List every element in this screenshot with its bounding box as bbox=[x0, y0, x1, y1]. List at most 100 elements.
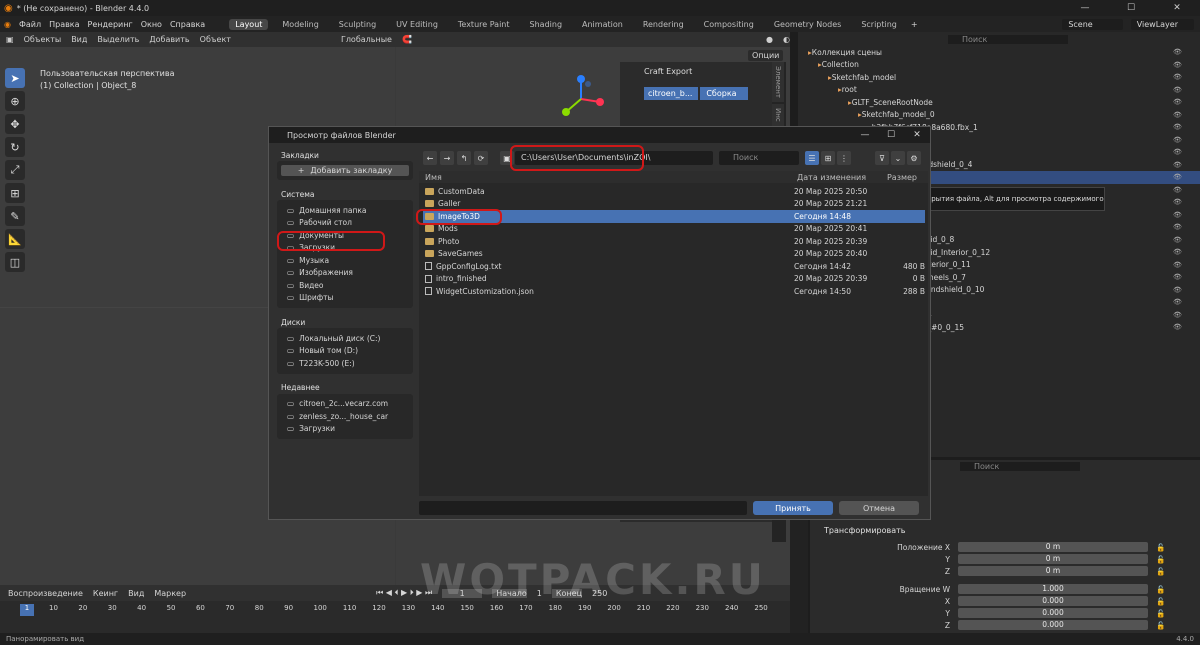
tab-layout[interactable]: Layout bbox=[229, 18, 269, 30]
file-row[interactable]: intro_finished 20 Мар 2025 20:39 0 B bbox=[423, 273, 925, 286]
cursor-tool-icon[interactable]: ⊕ bbox=[5, 91, 25, 111]
file-row[interactable]: SaveGames 20 Мар 2025 20:40 bbox=[423, 248, 925, 261]
visibility-eye-icon[interactable]: 👁 bbox=[1173, 123, 1182, 131]
craft-export-header[interactable]: Craft Export bbox=[620, 62, 772, 81]
visibility-eye-icon[interactable]: 👁 bbox=[1173, 198, 1182, 206]
property-field[interactable]: 0.000 bbox=[958, 620, 1148, 630]
marker-menu[interactable]: Маркер bbox=[154, 589, 186, 598]
filename-input[interactable] bbox=[419, 501, 747, 515]
transform-tool-icon[interactable]: ⊞ bbox=[5, 183, 25, 203]
disks-item[interactable]: ▭ Новый том (D:) bbox=[281, 345, 409, 358]
menu-select[interactable]: Выделить bbox=[97, 35, 139, 44]
lock-icon[interactable]: 🔓 bbox=[1156, 597, 1165, 606]
shading-solid-icon[interactable]: ● bbox=[766, 35, 773, 44]
back-arrow-icon[interactable]: ← bbox=[423, 151, 437, 165]
tab-texture-paint[interactable]: Texture Paint bbox=[452, 19, 516, 30]
thumbnail-view-icon[interactable]: ⊞ bbox=[821, 151, 835, 165]
transform-orientation-selector[interactable]: Глобальные bbox=[341, 35, 392, 44]
outliner-row[interactable]: ▸ Sketchfab_model 👁 bbox=[798, 71, 1200, 84]
disks-header[interactable]: Диски bbox=[277, 316, 413, 328]
visibility-eye-icon[interactable]: 👁 bbox=[1173, 61, 1182, 69]
add-workspace-button[interactable]: + bbox=[911, 20, 918, 29]
system-item[interactable]: ▭ Музыка bbox=[281, 254, 409, 267]
recent-item[interactable]: ▭ Загрузки bbox=[281, 423, 409, 436]
add-bookmark-button[interactable]: + Добавить закладку bbox=[281, 165, 409, 176]
craft-export-build-button[interactable]: Сборка bbox=[700, 87, 748, 100]
add-cube-tool-icon[interactable]: ◫ bbox=[5, 252, 25, 272]
outliner-row[interactable]: ▸ Sketchfab_model_0 👁 bbox=[798, 109, 1200, 122]
visibility-eye-icon[interactable]: 👁 bbox=[1173, 86, 1182, 94]
filter-icon[interactable]: ⊽ bbox=[875, 151, 889, 165]
file-row[interactable]: CustomData 20 Мар 2025 20:50 bbox=[423, 185, 925, 198]
property-field[interactable]: 1.000 bbox=[958, 584, 1148, 594]
dialog-maximize-button[interactable]: ☐ bbox=[878, 130, 904, 140]
filter-dropdown-icon[interactable]: ⌄ bbox=[891, 151, 905, 165]
visibility-eye-icon[interactable]: 👁 bbox=[1173, 73, 1182, 81]
file-row[interactable]: WidgetCustomization.json Сегодня 14:50 288… bbox=[423, 285, 925, 298]
maximize-button[interactable]: ☐ bbox=[1108, 3, 1154, 13]
craft-export-field[interactable]: citroen_b... bbox=[644, 87, 699, 100]
tab-uv-editing[interactable]: UV Editing bbox=[390, 19, 444, 30]
lock-icon[interactable]: 🔓 bbox=[1156, 543, 1165, 552]
system-item[interactable]: ▭ Домашняя папка bbox=[281, 204, 409, 217]
measure-tool-icon[interactable]: 📐 bbox=[5, 229, 25, 249]
property-field[interactable]: 0.000 bbox=[958, 596, 1148, 606]
navigation-gizmo[interactable] bbox=[556, 74, 606, 124]
visibility-eye-icon[interactable]: 👁 bbox=[1173, 136, 1182, 144]
tab-item[interactable]: Элемент bbox=[772, 62, 784, 102]
parent-dir-icon[interactable]: ↰ bbox=[457, 151, 471, 165]
properties-search-input[interactable]: Поиск bbox=[960, 462, 1080, 471]
visibility-eye-icon[interactable]: 👁 bbox=[1173, 186, 1182, 194]
bookmarks-header[interactable]: Закладки bbox=[277, 149, 413, 161]
tab-sculpting[interactable]: Sculpting bbox=[333, 19, 382, 30]
menu-object[interactable]: Объект bbox=[200, 35, 231, 44]
lock-icon[interactable]: 🔓 bbox=[1156, 555, 1165, 564]
timeline-view-menu[interactable]: Вид bbox=[128, 589, 144, 598]
visibility-eye-icon[interactable]: 👁 bbox=[1173, 161, 1182, 169]
outliner-row[interactable]: ▸ Коллекция сцены 👁 bbox=[798, 46, 1200, 59]
refresh-icon[interactable]: ⟳ bbox=[474, 151, 488, 165]
visibility-eye-icon[interactable]: 👁 bbox=[1173, 48, 1182, 56]
property-field[interactable]: 0 m bbox=[958, 542, 1148, 552]
system-item[interactable]: ▭ Рабочий стол bbox=[281, 217, 409, 230]
visibility-eye-icon[interactable]: 👁 bbox=[1173, 173, 1182, 181]
visibility-eye-icon[interactable]: 👁 bbox=[1173, 98, 1182, 106]
viewlayer-selector[interactable]: ViewLayer bbox=[1130, 18, 1194, 30]
accept-button[interactable]: Принять bbox=[753, 501, 833, 515]
minimize-button[interactable]: — bbox=[1062, 3, 1108, 13]
keying-menu[interactable]: Кеинг bbox=[93, 589, 118, 598]
tab-shading[interactable]: Shading bbox=[524, 19, 569, 30]
tab-rendering[interactable]: Rendering bbox=[637, 19, 690, 30]
visibility-eye-icon[interactable]: 👁 bbox=[1173, 211, 1182, 219]
visibility-eye-icon[interactable]: 👁 bbox=[1173, 273, 1182, 281]
outliner-row[interactable]: ▸ GLTF_SceneRootNode 👁 bbox=[798, 96, 1200, 109]
lock-icon[interactable]: 🔓 bbox=[1156, 585, 1165, 594]
system-item[interactable]: ▭ Шрифты bbox=[281, 292, 409, 305]
property-field[interactable]: 0 m bbox=[958, 554, 1148, 564]
menu-add[interactable]: Добавить bbox=[149, 35, 189, 44]
visibility-eye-icon[interactable]: 👁 bbox=[1173, 286, 1182, 294]
disks-item[interactable]: ▭ T223K-500 (E:) bbox=[281, 357, 409, 370]
file-search-input[interactable]: Поиск bbox=[719, 151, 799, 165]
scale-tool-icon[interactable]: ⤢ bbox=[5, 160, 25, 180]
property-field[interactable]: 0 m bbox=[958, 566, 1148, 576]
property-field[interactable]: 0.000 bbox=[958, 608, 1148, 618]
menu-edit[interactable]: Правка bbox=[49, 20, 79, 29]
tab-compositing[interactable]: Compositing bbox=[698, 19, 760, 30]
annotate-tool-icon[interactable]: ✎ bbox=[5, 206, 25, 226]
visibility-eye-icon[interactable]: 👁 bbox=[1173, 298, 1182, 306]
mode-selector[interactable]: Объекты bbox=[24, 35, 62, 44]
menu-file[interactable]: Файл bbox=[19, 20, 41, 29]
tab-geometry-nodes[interactable]: Geometry Nodes bbox=[768, 19, 847, 30]
shading-material-icon[interactable]: ◐ bbox=[783, 35, 790, 44]
lock-icon[interactable]: 🔓 bbox=[1156, 567, 1165, 576]
select-tool-icon[interactable]: ➤ bbox=[5, 68, 25, 88]
recent-item[interactable]: ▭ citroen_2c...vecarz.com bbox=[281, 398, 409, 411]
rotate-tool-icon[interactable]: ↻ bbox=[5, 137, 25, 157]
system-item[interactable]: ▭ Изображения bbox=[281, 267, 409, 280]
forward-arrow-icon[interactable]: → bbox=[440, 151, 454, 165]
outliner-row[interactable]: ▸ root 👁 bbox=[798, 84, 1200, 97]
lock-icon[interactable]: 🔓 bbox=[1156, 609, 1165, 618]
recent-header[interactable]: Недавнее bbox=[277, 382, 413, 394]
tab-animation[interactable]: Animation bbox=[576, 19, 629, 30]
